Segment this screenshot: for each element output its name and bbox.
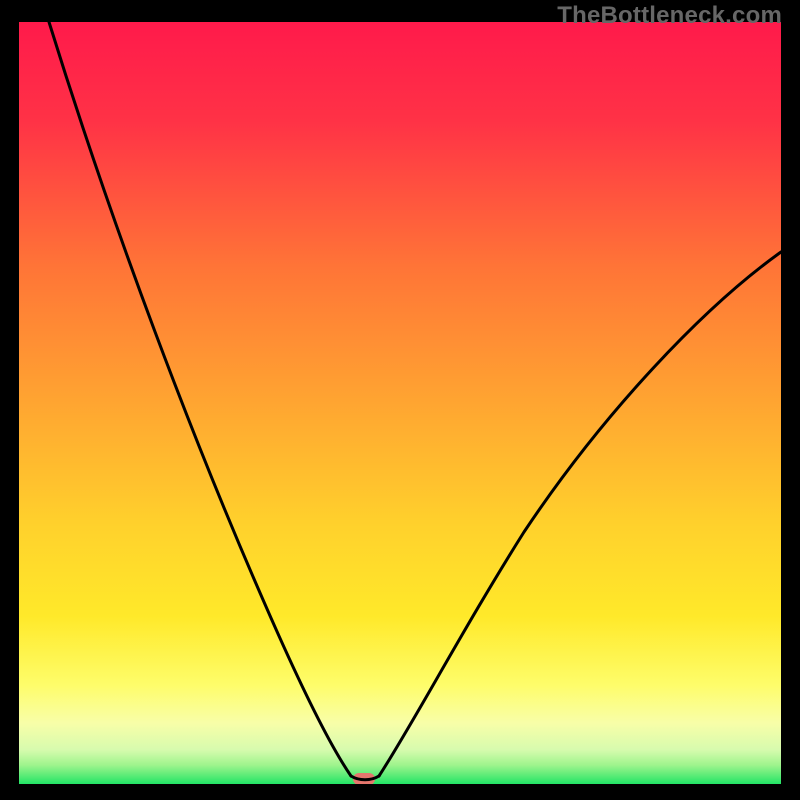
watermark-text: TheBottleneck.com <box>557 2 782 30</box>
gradient-background <box>19 22 781 784</box>
bottleneck-chart <box>19 22 781 784</box>
chart-frame: TheBottleneck.com <box>0 0 800 800</box>
